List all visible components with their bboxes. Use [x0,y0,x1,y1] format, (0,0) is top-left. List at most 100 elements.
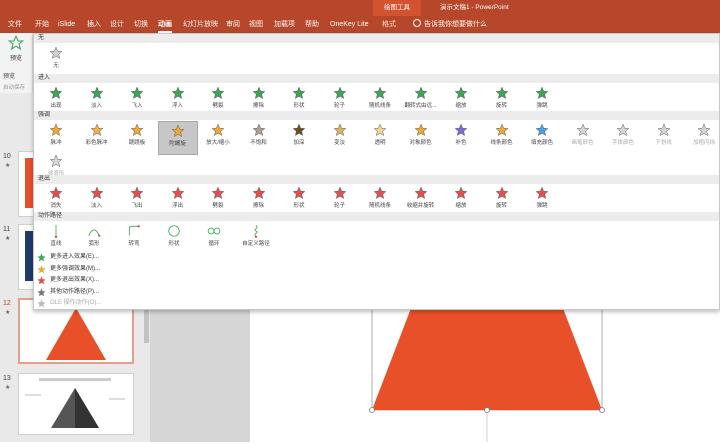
star-effect-icon [292,123,306,136]
ribbon-tab-bar: 文件 开始 iSlide 插入 设计 切换 动画 幻灯片放映 审阅 视图 加载项 帮助 OneKey L… [0,16,720,33]
slide-number: 13 [3,375,11,382]
effect-label: 擦除 [252,103,264,109]
effect-emphasis-11[interactable]: 线条颜色 [482,121,522,155]
motion-path-5[interactable]: 自定义路径 [236,222,276,256]
tab-2[interactable]: iSlide [58,16,75,33]
tab-0[interactable]: 文件 [8,16,22,33]
star-menu-icon [37,253,46,262]
effect-emphasis-9[interactable]: 对象颜色 [401,121,441,155]
effect-label: 补色 [455,140,467,146]
effect-label: 形状 [293,203,305,209]
effect-label: 加粗闪烁 [692,140,715,146]
tab-5[interactable]: 切换 [134,16,148,33]
context-tab-drawing-tools: 绘图工具 [373,0,421,16]
motion-path-4[interactable]: 循环 [194,222,234,256]
tab-13[interactable]: 格式 [382,16,396,33]
effect-label: 加深 [293,140,305,146]
tab-9[interactable]: 视图 [249,16,263,33]
effect-emphasis-5[interactable]: 不饱和 [239,121,279,155]
star-effect-icon [454,123,468,136]
more-effects-2[interactable]: 更多退出效果(X)... [34,275,334,286]
effect-label: 随机线条 [368,103,391,109]
star-effect-icon [90,186,103,199]
star-effect-icon [292,86,306,99]
effect-label: 脉冲 [50,140,62,146]
line-path-icon [54,225,58,238]
effect-label: 擦除 [252,203,264,209]
effect-label: 彩色脉冲 [85,140,108,146]
effect-none_items-0[interactable]: 无 [36,44,76,78]
effect-label: 劈裂 [212,103,224,109]
star-effect-icon [454,186,468,199]
animation-star-indicator: ★ [5,236,11,242]
more-effects-label: 其他动作路径(P)... [50,288,99,295]
effect-label: 浮入 [171,103,183,109]
preview-label: 预览 [9,56,22,62]
effect-label: 画笔颜色 [571,140,594,146]
effect-label: 跷跷板 [128,140,146,146]
tab-8[interactable]: 审阅 [226,16,240,33]
tab-7[interactable]: 幻灯片放映 [183,16,218,33]
more-effects-label: 更多强调效果(M)... [50,265,100,272]
star-effect-icon [252,86,265,99]
star-menu-icon [37,299,46,308]
effect-emphasis-2[interactable]: 跷跷板 [117,121,157,155]
more-effects-3[interactable]: 其他动作路径(P)... [34,287,334,298]
tab-11[interactable]: 帮助 [305,16,319,33]
effect-emphasis-0[interactable]: 脉冲 [36,121,76,155]
effect-label: 出现 [50,103,62,109]
effect-label: 飞入 [131,103,143,109]
slide-number: 12 [3,300,11,307]
slide-thumbnail-13[interactable] [18,373,134,435]
slide-number: 10 [3,153,11,160]
star-effect-icon [414,123,427,136]
more-effects-0[interactable]: 更多进入效果(E)... [34,252,334,263]
tab-4[interactable]: 设计 [110,16,124,33]
effect-label: 缩放 [455,103,467,109]
shape-path-icon [168,225,180,237]
loop-path-icon [207,227,221,235]
star-effect-icon [130,186,144,199]
effect-emphasis-12[interactable]: 填充颜色 [522,121,562,155]
effect-emphasis-10[interactable]: 补色 [441,121,481,155]
tab-12[interactable]: OneKey Lite [330,16,369,33]
preview-star-icon [7,34,25,51]
effect-label: 劈裂 [212,203,224,209]
animation-star-indicator: ★ [5,310,11,316]
autosave-label[interactable]: 自动保存 [3,83,25,91]
star-effect-icon [130,123,144,136]
motion-path-2[interactable]: 转弯 [114,222,154,256]
effect-label: 陀螺旋 [169,141,186,147]
tab-6[interactable]: 动画 [158,16,172,33]
effect-label: 缩放 [455,203,467,209]
effect-emphasis-16: 加粗闪烁 [684,121,720,155]
motion-path-3[interactable]: 形状 [154,222,194,256]
section-emphasis: 强调 [34,111,719,120]
more-effects-1[interactable]: 更多强调效果(M)... [34,264,334,275]
more-effects-label: 更多进入效果(E)... [50,254,99,260]
effect-emphasis-8[interactable]: 透明 [360,121,400,155]
animation-gallery: 无无进入 出现 淡入 飞入 浮入 劈裂 擦除 形状 轮子 随机线条 翻转式由远... 缩放 旋转 弹跳 强调… [33,33,720,310]
tab-3[interactable]: 插入 [87,16,101,33]
motion-path-0[interactable]: 直线 [36,222,76,256]
tab-1[interactable]: 开始 [35,16,49,33]
turn-path-icon [128,225,140,236]
star-effect-icon [49,46,63,59]
effect-emphasis-7[interactable]: 变淡 [320,121,360,155]
motion-path-1[interactable]: 弧形 [74,222,114,256]
effect-emphasis-6[interactable]: 加深 [279,121,319,155]
tab-10[interactable]: 加载项 [274,16,295,33]
star-effect-icon [657,123,670,136]
effect-emphasis-3[interactable]: 陀螺旋 [157,121,198,155]
preview-button[interactable]: 预览 [3,34,29,63]
section-exit: 退出 [34,175,719,184]
effect-emphasis-4[interactable]: 放大/缩小 [198,121,238,155]
tell-me-box[interactable]: 告诉我你想要做什么 [413,16,487,33]
effect-label: 轮子 [333,203,345,209]
window-title: 演示文稿1 - PowerPoint [440,4,509,11]
effect-label: 字体颜色 [611,140,634,146]
star-effect-icon [414,186,427,199]
effect-emphasis-15: 下划线 [644,121,684,155]
effect-emphasis-1[interactable]: 彩色脉冲 [77,121,117,155]
effect-label: 消失 [50,203,62,209]
